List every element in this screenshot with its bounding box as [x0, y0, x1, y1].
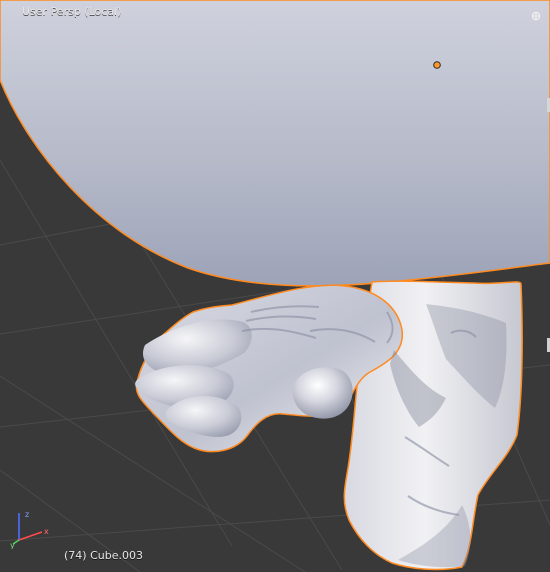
svg-text:x: x: [44, 527, 49, 536]
view-options-icon[interactable]: [531, 6, 541, 21]
svg-text:y: y: [10, 541, 15, 549]
active-object-info: (74) Cube.003: [64, 549, 143, 562]
svg-text:z: z: [25, 510, 29, 519]
view-name: User Persp (Local): [22, 5, 122, 18]
upper-body[interactable]: [0, 0, 550, 287]
axis-gizmo-icon: z x y: [10, 505, 58, 550]
3d-viewport[interactable]: User Persp (Local) z x y (74) Cube.003: [0, 0, 550, 572]
viewport-scene[interactable]: [0, 0, 550, 572]
object-origin[interactable]: [433, 61, 441, 69]
sculpt-mesh[interactable]: [0, 0, 550, 571]
